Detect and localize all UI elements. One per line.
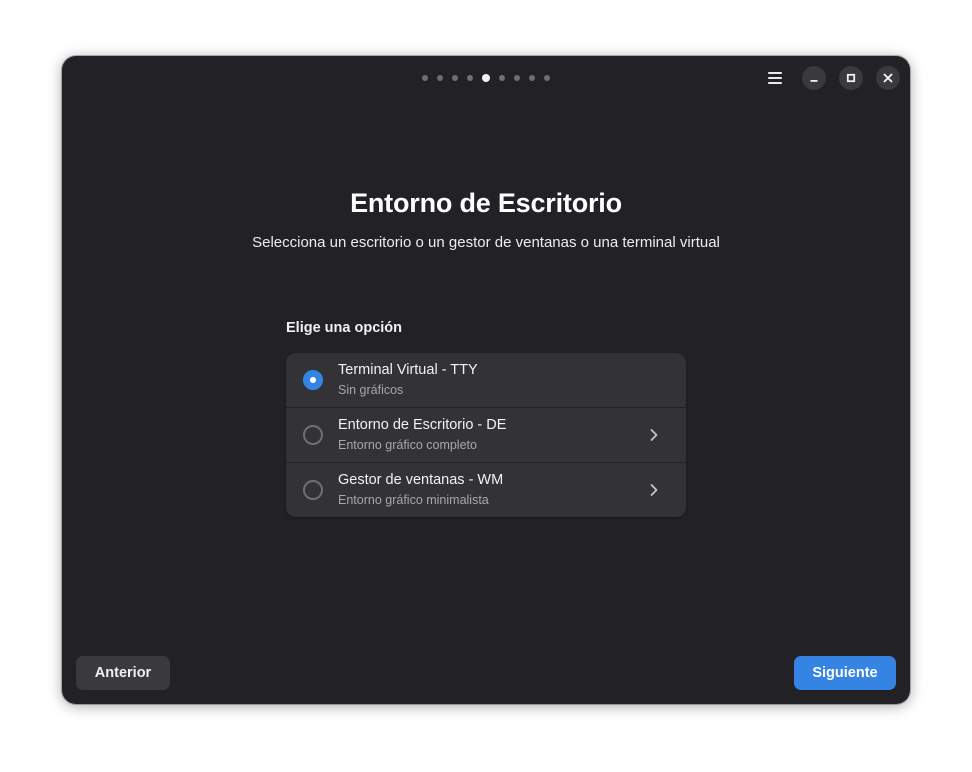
option-window-manager[interactable]: Gestor de ventanas - WM Entorno gráfico … — [286, 462, 686, 517]
minimize-button[interactable] — [802, 66, 826, 90]
close-icon — [883, 73, 893, 83]
hamburger-menu-icon — [768, 72, 782, 84]
option-tty[interactable]: Terminal Virtual - TTY Sin gráficos — [286, 353, 686, 407]
main-menu-button[interactable] — [760, 66, 790, 90]
page-title: Entorno de Escritorio — [350, 188, 622, 218]
options-list: Terminal Virtual - TTY Sin gráficos Ento… — [286, 353, 686, 517]
page-dot — [467, 75, 473, 81]
option-desktop-environment[interactable]: Entorno de Escritorio - DE Entorno gráfi… — [286, 407, 686, 463]
page-dot — [499, 75, 505, 81]
page-dot — [422, 75, 428, 81]
page-subtitle: Selecciona un escritorio o un gestor de … — [252, 234, 720, 251]
close-button[interactable] — [876, 66, 900, 90]
page-dot — [544, 75, 550, 81]
page-dot-active — [482, 74, 490, 82]
radio-button-selected[interactable] — [303, 370, 323, 390]
page-dot — [437, 75, 443, 81]
minimize-icon — [810, 80, 818, 82]
option-title: Gestor de ventanas - WM — [338, 472, 504, 488]
option-title: Entorno de Escritorio - DE — [338, 417, 507, 433]
page-dot — [529, 75, 535, 81]
maximize-icon — [846, 73, 856, 83]
next-button[interactable]: Siguiente — [794, 656, 896, 690]
maximize-button[interactable] — [839, 66, 863, 90]
radio-button[interactable] — [303, 425, 323, 445]
option-title: Terminal Virtual - TTY — [338, 362, 478, 378]
page-dot — [452, 75, 458, 81]
page-dot — [514, 75, 520, 81]
options-group-label: Elige una opción — [286, 320, 403, 336]
option-subtitle: Entorno gráfico minimalista — [338, 493, 489, 507]
radio-button[interactable] — [303, 480, 323, 500]
installer-window: Entorno de Escritorio Selecciona un escr… — [62, 56, 910, 704]
option-subtitle: Entorno gráfico completo — [338, 438, 477, 452]
chevron-right-icon — [650, 484, 658, 496]
chevron-right-icon — [650, 429, 658, 441]
previous-button[interactable]: Anterior — [76, 656, 170, 690]
option-subtitle: Sin gráficos — [338, 383, 404, 397]
